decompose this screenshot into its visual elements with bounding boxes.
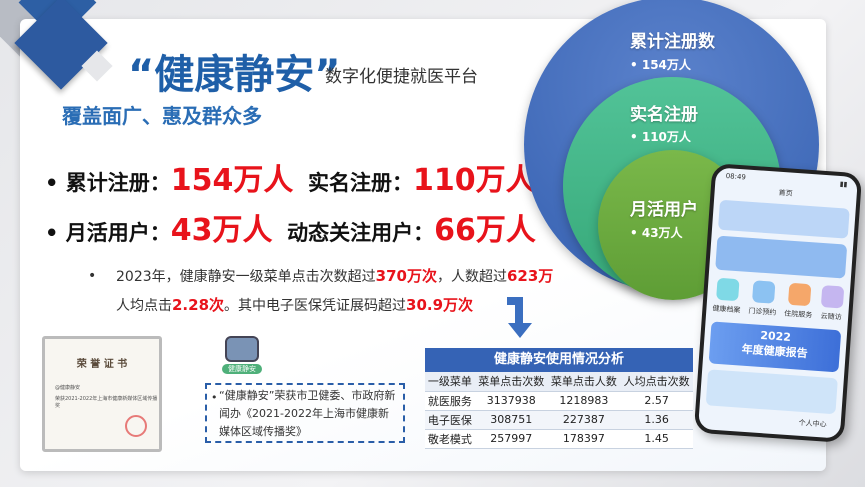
usage-paragraph: • 2023年，健康静安一级菜单点击次数超过370万次，人数超过623万人均点击2… <box>88 262 570 320</box>
table-cell: 就医服务 <box>425 391 475 411</box>
paragraph-text: 人均点击 <box>116 298 172 314</box>
menu-label: 云随访 <box>820 312 842 322</box>
stat-row-2: • 月活用户：43万人 动态关注用户：66万人 <box>45 213 536 248</box>
stat-row-1: • 累计注册：154万人 实名注册：110万人 <box>45 163 536 198</box>
stat-value: 154万人 <box>170 163 294 198</box>
phone-promo-card <box>705 369 838 415</box>
menu-label: 门诊预约 <box>748 306 777 317</box>
phone-menu-item: 门诊预约 <box>748 280 778 318</box>
table-header-row: 一级菜单 菜单点击次数 菜单点击人数 人均点击次数 <box>425 372 693 392</box>
stat-value: 43万人 <box>170 213 273 248</box>
phone-menu-item: 健康档案 <box>712 277 742 316</box>
table-title: 健康静安使用情况分析 <box>425 348 693 372</box>
phone-doctor-card <box>715 235 848 279</box>
usage-table: 健康静安使用情况分析 一级菜单 菜单点击次数 菜单点击人数 人均点击次数 就医服务 31… <box>425 348 693 449</box>
table-row: 电子医保 308751 227387 1.36 <box>425 410 693 430</box>
stat-label: 累计注册： <box>65 171 171 195</box>
phone-time: 08:49 <box>725 172 747 182</box>
certificate-text: @健康静安 <box>55 385 81 391</box>
phone-notice-card <box>717 199 850 239</box>
table-cell: 敬老模式 <box>425 429 475 449</box>
table-cell: 1218983 <box>547 391 621 411</box>
table-cell: 3137938 <box>474 391 548 411</box>
table-row: 就医服务 3137938 1218983 2.57 <box>425 391 693 411</box>
table-cell: 2.57 <box>620 391 693 411</box>
award-box: • “健康静安”荣获市卫健委、市政府新闻办《2021-2022年上海市健康新媒体区… <box>205 383 405 443</box>
stat-label: 月活用户： <box>65 221 171 245</box>
highlight-value: 2.28次 <box>172 296 225 314</box>
seal-stamp-icon <box>125 415 147 437</box>
health-record-icon <box>716 277 740 302</box>
circle-value: • 43万人 <box>630 226 683 240</box>
paragraph-text: 。其中电子医保凭证展码超过 <box>224 298 407 314</box>
arrow-down-icon <box>507 297 532 338</box>
table-row: 敬老模式 257997 178397 1.45 <box>425 429 693 449</box>
table-cell: 257997 <box>474 429 548 449</box>
circle-label: 实名注册 <box>630 105 698 125</box>
bullet: • <box>88 268 97 284</box>
honor-certificate: 荣 誉 证 书 @健康静安 荣获2021-2022年上海市健康新媒体区域传播奖 <box>42 336 162 452</box>
mascot-image: 健康静安 <box>222 334 262 378</box>
table-cell: 电子医保 <box>425 410 475 430</box>
highlight-value: 30.9万次 <box>406 296 474 314</box>
circle-label: 月活用户 <box>630 200 698 220</box>
menu-label: 健康档案 <box>712 304 741 315</box>
phone-mockup: 08:49 ▮▮ 首页 健康档案 门诊预约 住院服务 云随访 2022 年度健康报告… <box>693 163 863 443</box>
hospital-icon <box>787 282 812 307</box>
stat-value: 110万人 <box>412 163 536 198</box>
column-header: 菜单点击人数 <box>547 372 621 392</box>
certificate-text: 荣获2021-2022年上海市健康新媒体区域传播奖 <box>55 396 158 409</box>
bullet: • <box>211 391 218 404</box>
circle-label: 累计注册数 <box>630 32 715 52</box>
highlight-value: 370万次 <box>375 267 437 285</box>
mascot-head-icon <box>225 336 259 362</box>
phone-menu-item: 云随访 <box>820 285 845 322</box>
stat-label: 实名注册： <box>307 171 413 195</box>
column-header: 菜单点击次数 <box>474 372 548 392</box>
column-header: 一级菜单 <box>425 372 475 392</box>
menu-label: 住院服务 <box>784 309 813 320</box>
mascot-label: 健康静安 <box>222 364 262 374</box>
phone-tab-label: 个人中心 <box>798 418 827 429</box>
certificate-title: 荣 誉 证 书 <box>76 359 128 370</box>
paragraph-text: ，人数超过 <box>436 269 507 285</box>
table-cell: 227387 <box>547 410 621 430</box>
slogan: 覆盖面广、惠及群众多 <box>62 104 262 128</box>
appointment-icon <box>751 280 776 304</box>
circle-value: • 110万人 <box>630 130 691 144</box>
award-text: “健康静安”荣获市卫健委、市政府新闻办《2021-2022年上海市健康新媒体区域… <box>219 389 396 438</box>
table-cell: 1.45 <box>620 429 693 449</box>
phone-menu-item: 住院服务 <box>784 282 814 321</box>
highlight-value: 623万 <box>506 267 554 285</box>
table-cell: 178397 <box>547 429 621 449</box>
cloud-icon <box>820 285 845 309</box>
column-header: 人均点击次数 <box>620 372 693 392</box>
phone-banner: 2022 年度健康报告 <box>708 321 842 373</box>
circle-value: • 154万人 <box>630 58 691 72</box>
table-cell: 308751 <box>474 410 548 430</box>
stat-label: 动态关注用户： <box>287 221 435 245</box>
paragraph-text: 2023年，健康静安一级菜单点击次数超过 <box>116 269 376 285</box>
stat-value: 66万人 <box>434 213 536 248</box>
page-title: “健康静安” <box>128 52 341 98</box>
table-cell: 1.36 <box>620 410 693 430</box>
signal-battery-icon: ▮▮ <box>839 180 848 189</box>
page-subtitle: 数字化便捷就医平台 <box>325 67 478 87</box>
